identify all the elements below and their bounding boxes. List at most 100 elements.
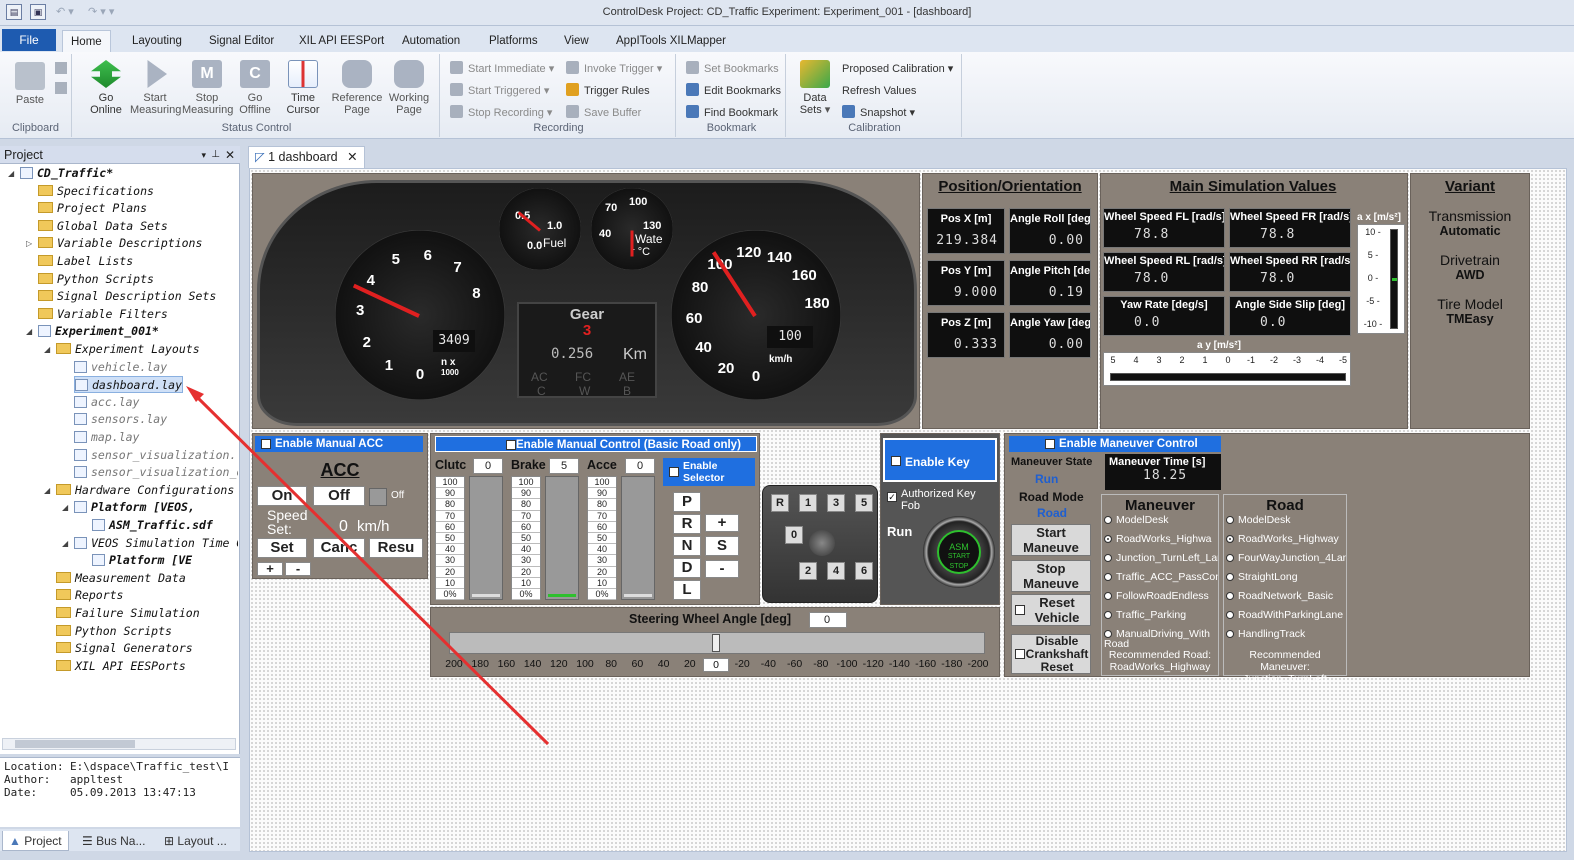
acc-minus-button[interactable]: - bbox=[285, 562, 311, 576]
tree-item[interactable]: Signal Generators bbox=[56, 640, 193, 657]
shift-knob[interactable] bbox=[809, 530, 835, 556]
tree-item[interactable]: sensor_visualization_o bbox=[74, 464, 238, 481]
close-icon[interactable]: ✕ bbox=[225, 146, 235, 164]
tree-item[interactable]: Variable Filters bbox=[38, 306, 168, 323]
enable-maneuver-control[interactable]: Enable Maneuver Control bbox=[1009, 436, 1221, 452]
accelerator-slider[interactable] bbox=[621, 476, 655, 600]
tree-item[interactable]: Global Data Sets bbox=[38, 218, 168, 235]
maneuver-radio[interactable] bbox=[1104, 516, 1112, 524]
road-radio[interactable] bbox=[1226, 630, 1234, 638]
brake-slider-thumb[interactable] bbox=[548, 594, 576, 597]
tree-item[interactable]: sensors.lay bbox=[74, 411, 167, 428]
tab-xil-api-eesport[interactable]: XIL API EESPort bbox=[291, 30, 392, 52]
tab-view[interactable]: View bbox=[556, 30, 597, 52]
selector-d-button[interactable]: D bbox=[673, 558, 701, 578]
tab-layouting[interactable]: Layouting bbox=[124, 30, 190, 52]
tree-item[interactable]: Failure Simulation bbox=[56, 605, 200, 622]
tree-item[interactable]: Project Plans bbox=[38, 200, 147, 217]
reference-page-button[interactable]: Reference Page bbox=[330, 60, 384, 116]
manual-control-checkbox[interactable] bbox=[506, 440, 516, 450]
time-cursor-button[interactable]: Time Cursor bbox=[280, 60, 326, 116]
acc-on-button[interactable]: On bbox=[257, 486, 307, 506]
working-page-button[interactable]: Working Page bbox=[384, 60, 434, 116]
road-option[interactable]: ModelDesk bbox=[1226, 515, 1346, 534]
crankshaft-checkbox[interactable] bbox=[1015, 649, 1025, 659]
selector-s-button[interactable]: S bbox=[705, 536, 739, 556]
close-tab-icon[interactable]: ✕ bbox=[347, 150, 357, 164]
expand-arrow-icon[interactable]: ◢ bbox=[44, 345, 50, 354]
acc-off-button[interactable]: Off bbox=[313, 486, 365, 506]
tab-platforms[interactable]: Platforms bbox=[481, 30, 546, 52]
invoke-trigger-button[interactable]: Invoke Trigger ▾ bbox=[566, 60, 662, 78]
tree-item[interactable]: Python Scripts bbox=[38, 271, 154, 288]
maneuver-checkbox[interactable] bbox=[1045, 439, 1055, 449]
maneuver-option[interactable]: Traffic_Parking bbox=[1104, 610, 1218, 629]
tree-item[interactable]: Experiment Layouts bbox=[56, 341, 200, 358]
accelerator-slider-thumb[interactable] bbox=[624, 594, 652, 597]
edit-bookmarks-button[interactable]: Edit Bookmarks bbox=[686, 82, 781, 100]
collapsed-arrow-icon[interactable]: ▷ bbox=[26, 239, 32, 248]
shift-gate-3[interactable]: 3 bbox=[827, 494, 845, 512]
maneuver-radio[interactable] bbox=[1104, 554, 1112, 562]
selector-l-button[interactable]: L bbox=[673, 580, 701, 600]
tree-item[interactable]: Specifications bbox=[38, 183, 154, 200]
tree-item[interactable]: CD_Traffic* bbox=[20, 165, 113, 182]
road-option[interactable]: HandlingTrack bbox=[1226, 629, 1346, 648]
start-stop-button[interactable]: ASM START STOP bbox=[923, 516, 995, 588]
tree-item[interactable]: Variable Descriptions bbox=[38, 235, 202, 252]
tree-item[interactable]: Reports bbox=[56, 587, 123, 604]
tree-item[interactable]: XIL API EESPorts bbox=[56, 658, 186, 675]
tree-item[interactable]: vehicle.lay bbox=[74, 359, 167, 376]
start-measuring-button[interactable]: Start Measuring bbox=[130, 60, 181, 116]
road-option[interactable]: StraightLong bbox=[1226, 572, 1346, 591]
paste-button[interactable]: Paste bbox=[10, 62, 50, 106]
proposed-calibration-button[interactable]: Proposed Calibration ▾ bbox=[842, 60, 953, 78]
accelerator-value-input[interactable]: 0 bbox=[625, 458, 655, 474]
acc-plus-button[interactable]: + bbox=[257, 562, 283, 576]
acc-resume-button[interactable]: Resu bbox=[369, 538, 423, 558]
clutch-slider-thumb[interactable] bbox=[472, 594, 500, 597]
tree-item[interactable]: Python Scripts bbox=[56, 623, 172, 640]
steering-slider-thumb[interactable] bbox=[712, 634, 720, 652]
selector-checkbox[interactable] bbox=[669, 467, 679, 477]
pin-icon[interactable]: ⊥ bbox=[211, 146, 220, 164]
refresh-values-button[interactable]: Refresh Values bbox=[842, 82, 916, 100]
file-tab[interactable]: File bbox=[2, 29, 56, 51]
road-radio[interactable] bbox=[1226, 554, 1234, 562]
maneuver-option[interactable]: Traffic_ACC_PassConvoy bbox=[1104, 572, 1218, 591]
shift-gate-5[interactable]: 5 bbox=[855, 494, 873, 512]
selector-minus-button[interactable]: - bbox=[705, 560, 739, 578]
steering-slider-track[interactable] bbox=[449, 632, 985, 654]
go-offline-button[interactable]: C Go Offline bbox=[234, 60, 276, 116]
tab-dashboard[interactable]: ◸ 1 dashboard ✕ bbox=[248, 146, 365, 168]
brake-slider[interactable] bbox=[545, 476, 579, 600]
shift-gate-2[interactable]: 2 bbox=[799, 562, 817, 580]
expand-arrow-icon[interactable]: ◢ bbox=[44, 486, 50, 495]
tree-item[interactable]: Platform [VEOS, bbox=[74, 499, 195, 516]
stop-measuring-button[interactable]: M Stop Measuring bbox=[182, 60, 233, 116]
stop-recording-button[interactable]: Stop Recording ▾ bbox=[450, 104, 552, 122]
enable-manual-acc[interactable]: Enable Manual ACC bbox=[255, 436, 423, 452]
maneuver-option[interactable]: RoadWorks_Highwa bbox=[1104, 534, 1218, 553]
start-maneuver-button[interactable]: Start Maneuve bbox=[1011, 524, 1091, 556]
expand-arrow-icon[interactable]: ◢ bbox=[8, 169, 14, 178]
acc-checkbox[interactable] bbox=[261, 439, 271, 449]
snapshot-button[interactable]: Snapshot ▾ bbox=[842, 104, 915, 122]
tab-project[interactable]: ▲ Project bbox=[2, 831, 69, 851]
maneuver-radio[interactable] bbox=[1104, 611, 1112, 619]
shift-gate-0[interactable]: 0 bbox=[785, 526, 803, 544]
tree-item[interactable]: Signal Description Sets bbox=[38, 288, 216, 305]
maneuver-option[interactable]: ManualDriving_With Road bbox=[1104, 629, 1218, 648]
start-triggered-button[interactable]: Start Triggered ▾ bbox=[450, 82, 549, 100]
tree-item[interactable]: acc.lay bbox=[74, 394, 139, 411]
go-online-button[interactable]: Go Online bbox=[82, 60, 130, 116]
road-option[interactable]: FourWayJunction_4Lanes bbox=[1226, 553, 1346, 572]
expand-arrow-icon[interactable]: ◢ bbox=[62, 539, 68, 548]
enable-key[interactable]: Enable Key bbox=[883, 438, 997, 482]
maneuver-radio[interactable] bbox=[1104, 535, 1112, 543]
tab-automation[interactable]: Automation bbox=[394, 30, 468, 52]
brake-value-input[interactable]: 5 bbox=[549, 458, 579, 474]
road-option[interactable]: RoadWorks_Highway bbox=[1226, 534, 1346, 553]
selector-p-button[interactable]: P bbox=[673, 492, 701, 512]
panel-dropdown-icon[interactable]: ▾ bbox=[201, 146, 206, 164]
